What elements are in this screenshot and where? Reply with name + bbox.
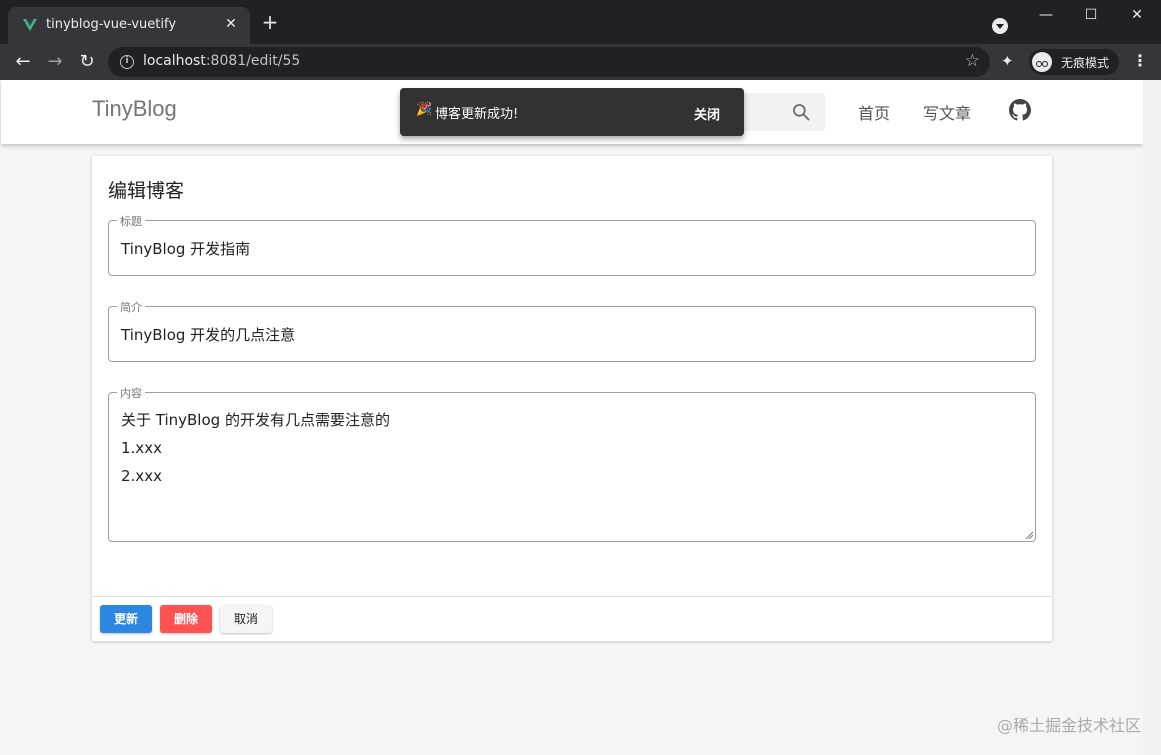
search-input[interactable]	[741, 93, 825, 131]
site-info-icon[interactable]: i	[120, 55, 134, 69]
update-button[interactable]: 更新	[100, 605, 152, 633]
browser-tab[interactable]: tinyblog-vue-vuetify ✕	[8, 7, 250, 44]
success-snackbar: 🎉 博客更新成功! 关闭	[400, 88, 744, 136]
tab-close-icon[interactable]: ✕	[222, 15, 240, 33]
edit-blog-card: 编辑博客 标题 TinyBlog 开发指南 简介 TinyBlog 开发的几点注…	[92, 156, 1052, 641]
delete-button[interactable]: 删除	[160, 605, 212, 633]
title-field-value[interactable]: TinyBlog 开发指南	[121, 238, 250, 259]
browser-menu-icon[interactable]: ⋮	[1132, 52, 1148, 72]
summary-field-value[interactable]: TinyBlog 开发的几点注意	[121, 324, 295, 345]
browser-titlebar: tinyblog-vue-vuetify ✕ + — ☐ ✕	[0, 0, 1161, 44]
content-line: 关于 TinyBlog 的开发有几点需要注意的	[121, 411, 390, 429]
party-popper-icon: 🎉	[416, 102, 433, 117]
content-field-label: 内容	[117, 385, 145, 401]
cancel-button[interactable]: 取消	[220, 605, 272, 633]
close-window-button[interactable]: ✕	[1114, 0, 1160, 30]
maximize-button[interactable]: ☐	[1068, 0, 1114, 30]
page-title: 编辑博客	[108, 180, 185, 202]
content-textarea[interactable]: 内容 关于 TinyBlog 的开发有几点需要注意的 1.xxx 2.xxx	[108, 385, 1036, 542]
title-field-label: 标题	[117, 213, 145, 229]
extensions-icon[interactable]: ✦	[1001, 52, 1019, 70]
tab-search-icon[interactable]	[992, 18, 1008, 34]
snackbar-close-button[interactable]: 关闭	[694, 104, 720, 123]
page-scrollbar[interactable]	[1143, 80, 1161, 755]
title-field[interactable]: 标题 TinyBlog 开发指南	[108, 213, 1036, 276]
content-line: 1.xxx	[121, 439, 162, 457]
content-text[interactable]: 关于 TinyBlog 的开发有几点需要注意的 1.xxx 2.xxx	[121, 406, 390, 490]
incognito-badge[interactable]: 无痕模式	[1029, 49, 1119, 75]
browser-toolbar: ← → ↻ i localhost:8081/edit/55 ☆ ✦ 无痕模式 …	[0, 44, 1161, 80]
back-icon[interactable]: ←	[11, 50, 35, 74]
incognito-icon	[1032, 52, 1052, 72]
reload-icon[interactable]: ↻	[75, 50, 99, 74]
summary-field-label: 简介	[117, 299, 145, 315]
url-host: localhost	[143, 53, 206, 69]
nav-write-link[interactable]: 写文章	[923, 100, 971, 124]
content-line: 2.xxx	[121, 467, 162, 485]
nav-home-link[interactable]: 首页	[858, 100, 890, 124]
new-tab-button[interactable]: +	[260, 12, 280, 33]
github-icon[interactable]	[1009, 99, 1031, 121]
summary-field[interactable]: 简介 TinyBlog 开发的几点注意	[108, 299, 1036, 362]
snackbar-message: 博客更新成功!	[435, 107, 519, 122]
search-icon[interactable]	[791, 102, 811, 122]
incognito-label: 无痕模式	[1061, 56, 1110, 70]
brand-title[interactable]: TinyBlog	[92, 96, 177, 122]
vue-logo-icon	[23, 19, 37, 31]
url-text[interactable]: localhost:8081/edit/55	[143, 53, 300, 69]
bookmark-star-icon[interactable]: ☆	[965, 51, 980, 71]
tab-title: tinyblog-vue-vuetify	[46, 17, 177, 32]
resize-handle-icon[interactable]	[1025, 531, 1033, 539]
address-bar[interactable]: i localhost:8081/edit/55 ☆	[108, 47, 990, 77]
minimize-button[interactable]: —	[1023, 0, 1069, 30]
url-path: :8081/edit/55	[205, 53, 301, 69]
card-divider	[92, 596, 1052, 597]
watermark: @稀土掘金技术社区	[996, 716, 1141, 735]
forward-icon[interactable]: →	[43, 50, 67, 74]
